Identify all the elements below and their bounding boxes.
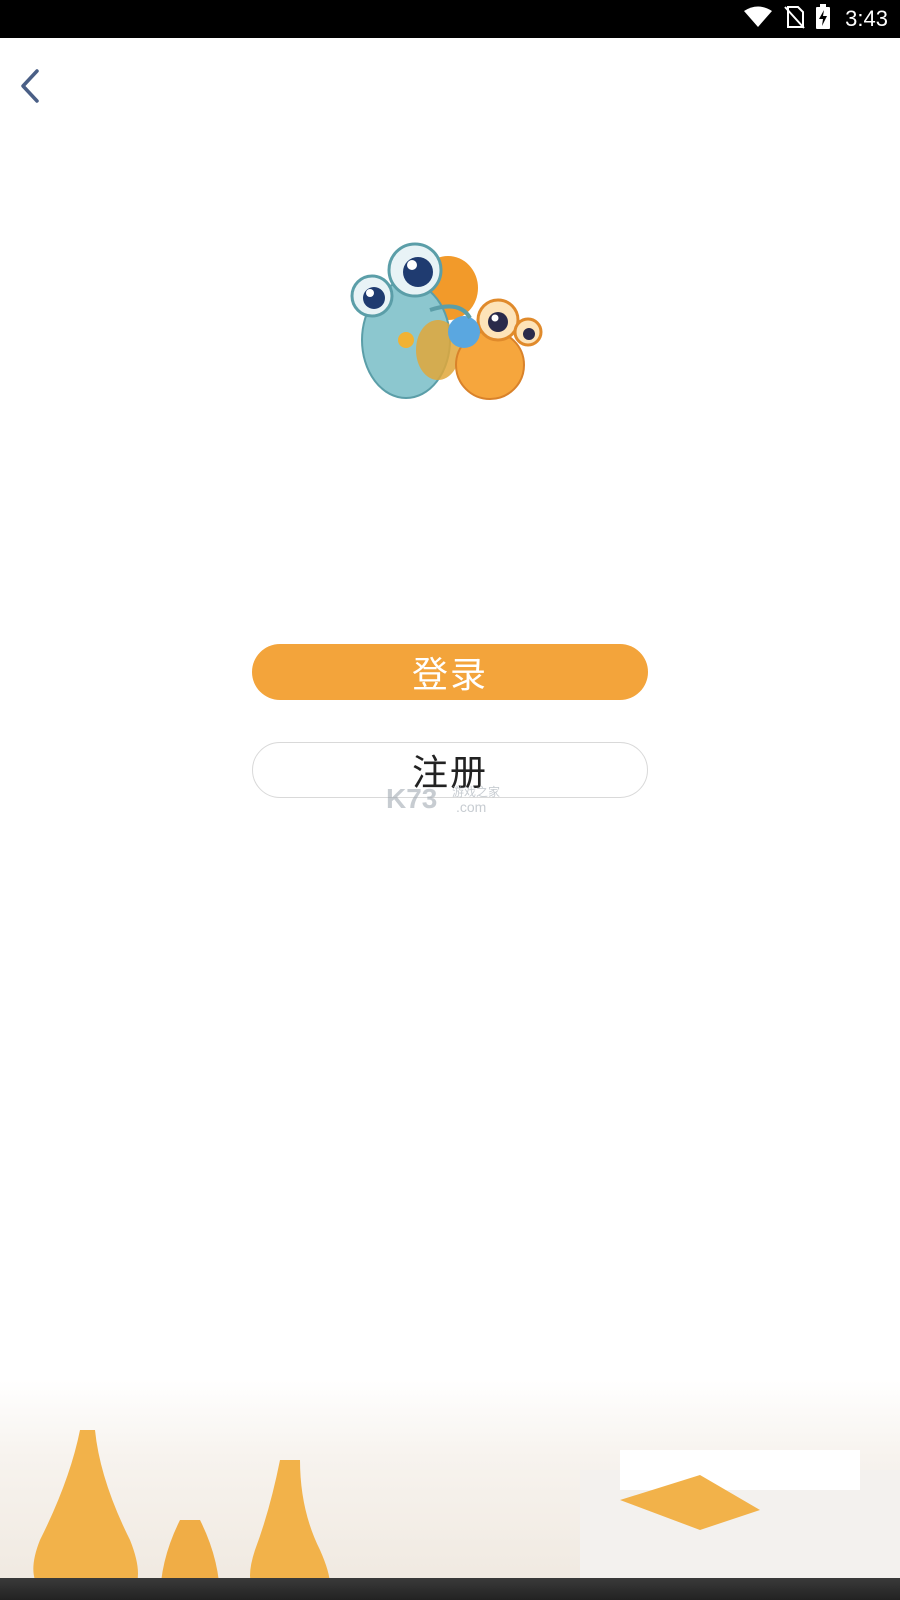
status-bar: 3:43 — [0, 0, 900, 38]
watermark-domain: .com — [456, 799, 486, 815]
wifi-icon — [743, 6, 773, 32]
chevron-left-icon — [17, 68, 43, 108]
register-button[interactable]: 注册 — [252, 742, 648, 798]
battery-charging-icon — [815, 4, 831, 34]
mascot-logo — [340, 240, 560, 410]
status-icons: 3:43 — [743, 0, 888, 38]
back-button[interactable] — [10, 64, 50, 112]
no-sim-icon — [783, 5, 805, 33]
background-scene — [0, 1380, 900, 1600]
status-time: 3:43 — [845, 6, 888, 31]
floor-strip — [0, 1578, 900, 1600]
login-button[interactable]: 登录 — [252, 644, 648, 700]
